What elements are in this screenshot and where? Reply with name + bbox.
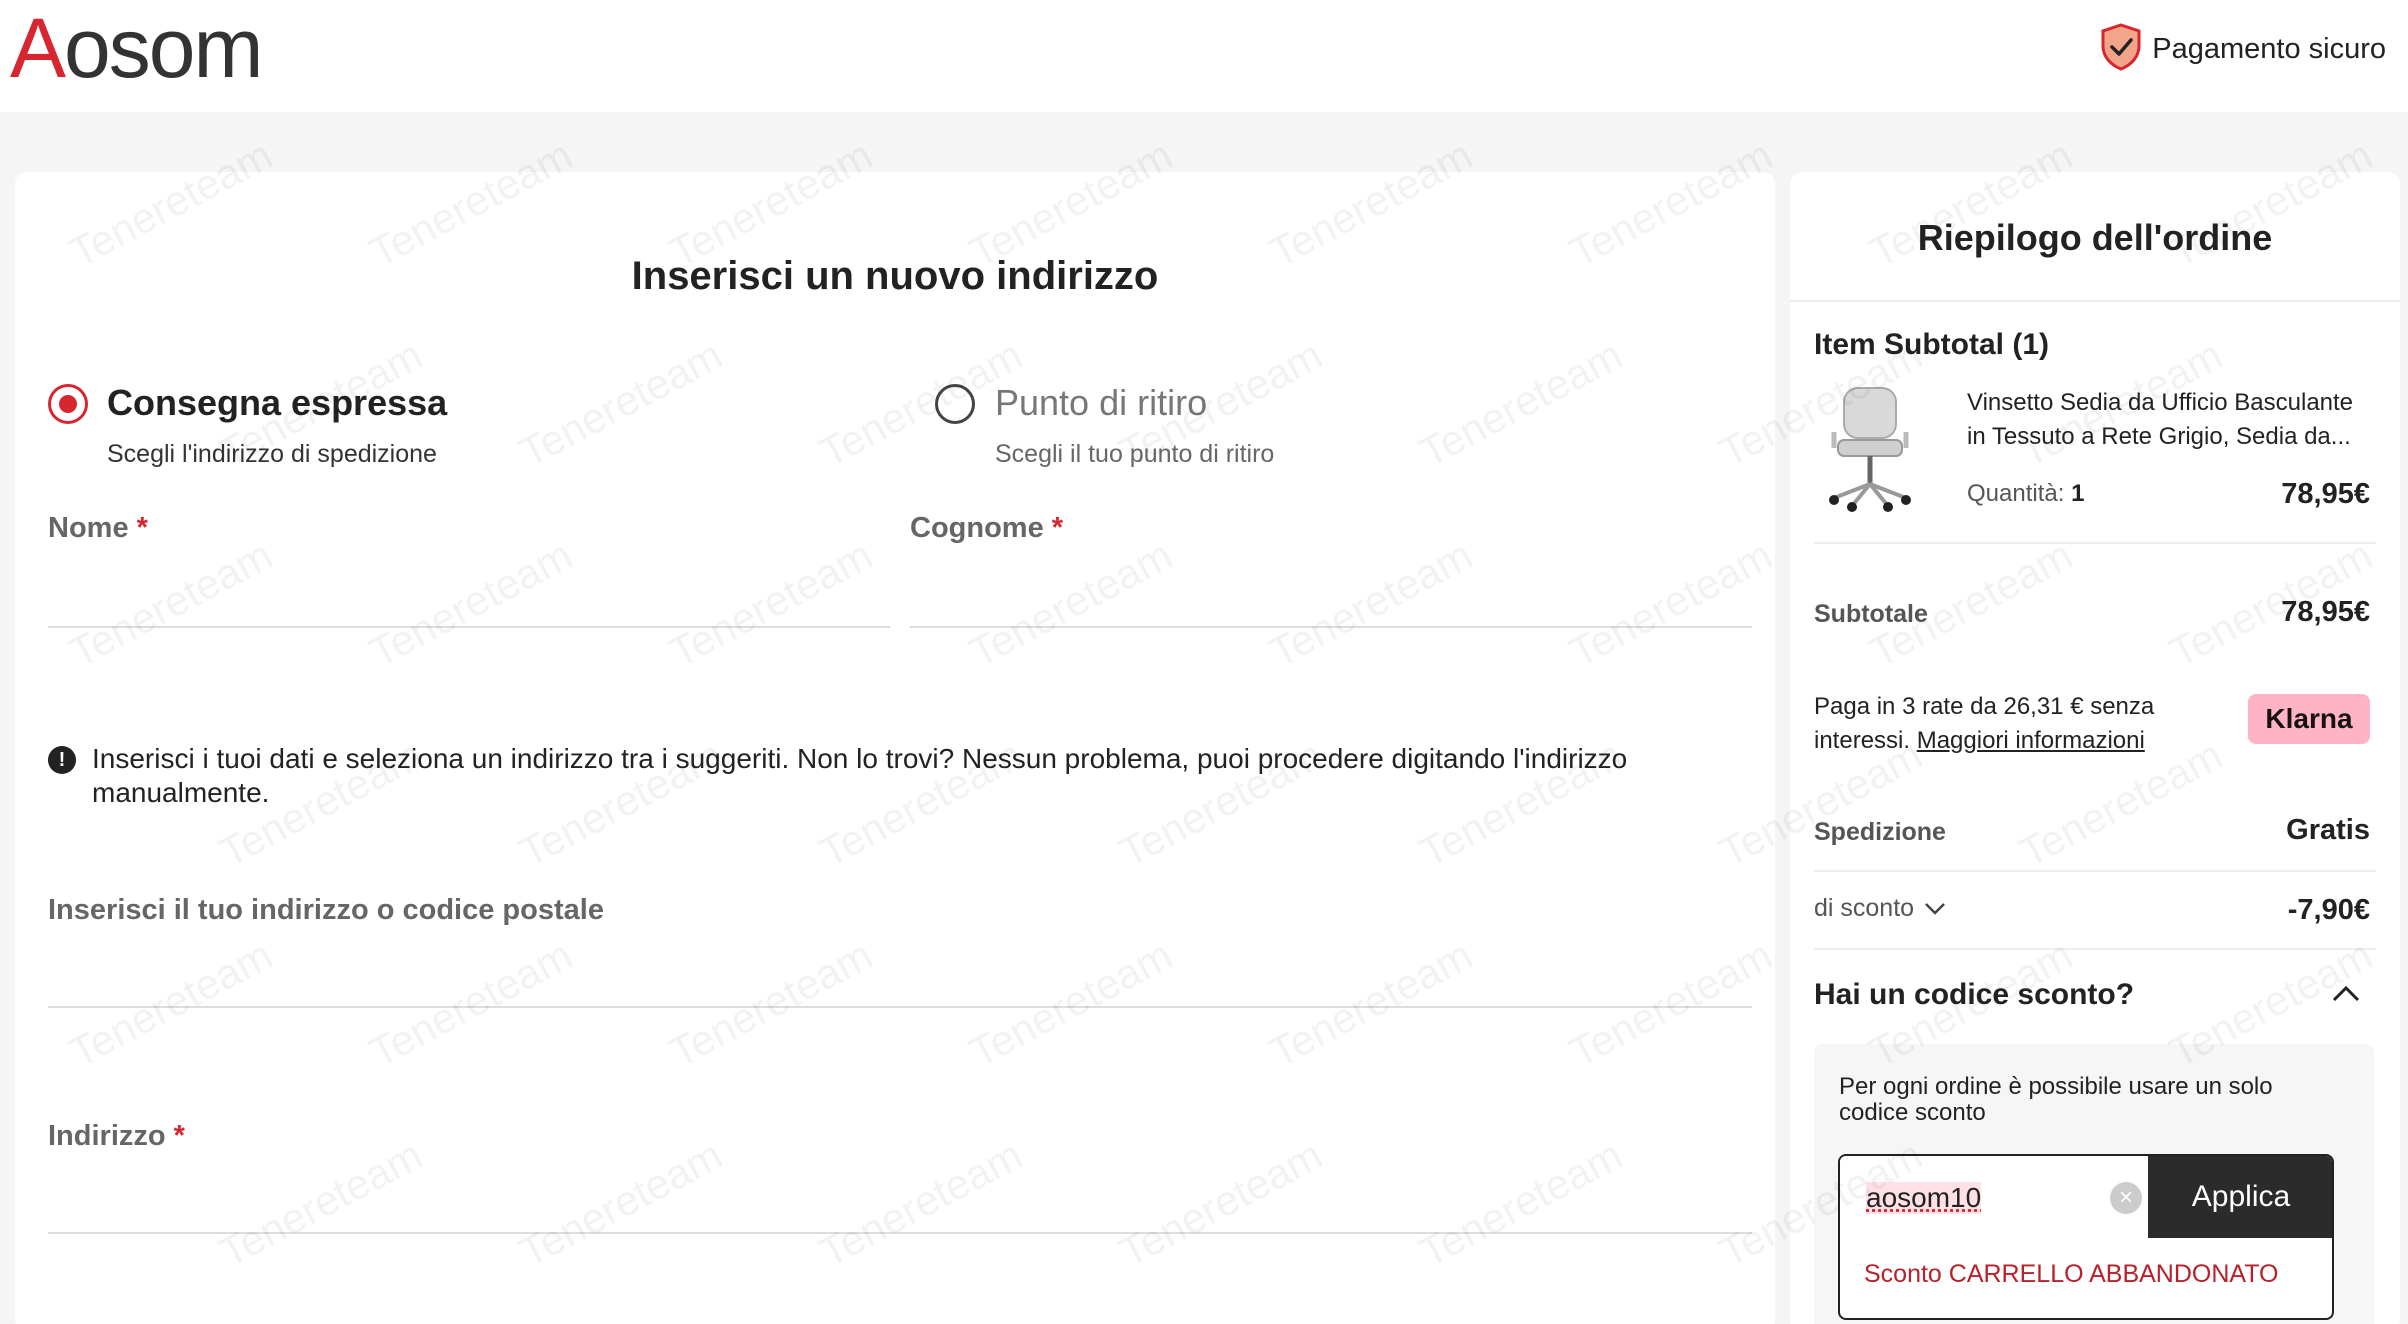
shipping-value: Gratis bbox=[2286, 814, 2370, 847]
klarna-badge: Klarna bbox=[2248, 694, 2370, 744]
address-search-input[interactable] bbox=[48, 942, 1752, 1008]
shipping-label: Spedizione bbox=[1814, 818, 1946, 847]
shield-check-icon bbox=[2098, 22, 2144, 77]
order-summary-panel: Riepilogo dell'ordine Item Subtotal (1) … bbox=[1790, 172, 2400, 1324]
pickup-point-subtitle: Scegli il tuo punto di ritiro bbox=[995, 440, 1274, 469]
first-name-input[interactable] bbox=[48, 562, 890, 628]
express-delivery-radio[interactable] bbox=[48, 384, 88, 424]
subtotal-label: Subtotale bbox=[1814, 600, 1928, 629]
item-subtotal-label: Item Subtotal (1) bbox=[1814, 328, 2049, 362]
discount-value: -7,90€ bbox=[2288, 894, 2370, 927]
express-delivery-title[interactable]: Consegna espressa bbox=[107, 382, 447, 424]
pickup-point-radio[interactable] bbox=[935, 384, 975, 424]
product-thumbnail[interactable] bbox=[1820, 382, 1920, 512]
product-name[interactable]: Vinsetto Sedia da Ufficio Basculante in … bbox=[1967, 386, 2367, 454]
discount-code-heading[interactable]: Hai un codice sconto? bbox=[1814, 978, 2134, 1012]
discount-suggestion[interactable]: Sconto CARRELLO ABBANDONATO bbox=[1864, 1260, 2279, 1289]
discount-code-value: aosom10 bbox=[1866, 1182, 1981, 1214]
aosom-logo[interactable]: Aosom bbox=[10, 6, 261, 90]
header: Aosom Pagamento sicuro bbox=[0, 0, 2408, 112]
klarna-installments-text: Paga in 3 rate da 26,31 € senza interess… bbox=[1814, 690, 2214, 758]
discount-code-field: aosom10 × Applica Sconto CARRELLO ABBAND… bbox=[1838, 1154, 2334, 1320]
last-name-input[interactable] bbox=[910, 562, 1752, 628]
address-form-panel: Inserisci un nuovo indirizzo Consegna es… bbox=[15, 172, 1775, 1324]
info-message: ! Inserisci i tuoi dati e seleziona un i… bbox=[48, 742, 1748, 810]
discount-toggle[interactable]: di sconto bbox=[1814, 894, 1946, 923]
address-search-label: Inserisci il tuo indirizzo o codice post… bbox=[48, 894, 604, 927]
alert-circle-icon: ! bbox=[48, 746, 76, 774]
discount-code-box: Per ogni ordine è possibile usare un sol… bbox=[1814, 1044, 2374, 1324]
form-title: Inserisci un nuovo indirizzo bbox=[15, 254, 1775, 299]
address-label: Indirizzo * bbox=[48, 1120, 185, 1153]
apply-button[interactable]: Applica bbox=[2148, 1156, 2334, 1238]
discount-code-note: Per ogni ordine è possibile usare un sol… bbox=[1839, 1074, 2339, 1126]
secure-payment-label: Pagamento sicuro bbox=[2152, 33, 2386, 66]
pickup-point-title[interactable]: Punto di ritiro bbox=[995, 382, 1207, 424]
product-price: 78,95€ bbox=[2281, 478, 2370, 511]
info-message-text: Inserisci i tuoi dati e seleziona un ind… bbox=[92, 742, 1748, 810]
summary-divider bbox=[1790, 300, 2400, 302]
discount-label: di sconto bbox=[1814, 894, 1914, 923]
chevron-down-icon bbox=[1924, 894, 1946, 923]
clear-icon[interactable]: × bbox=[2110, 1182, 2142, 1214]
discount-code-input[interactable]: aosom10 bbox=[1840, 1156, 2148, 1238]
summary-divider bbox=[1814, 542, 2376, 544]
summary-divider bbox=[1814, 870, 2376, 872]
klarna-more-info-link[interactable]: Maggiori informazioni bbox=[1917, 727, 2145, 754]
last-name-label: Cognome * bbox=[910, 512, 1063, 545]
express-delivery-subtitle: Scegli l'indirizzo di spedizione bbox=[107, 440, 437, 469]
secure-payment-badge: Pagamento sicuro bbox=[2098, 22, 2386, 77]
product-quantity: Quantità: 1 bbox=[1967, 480, 2084, 508]
summary-divider bbox=[1814, 948, 2376, 950]
chevron-up-icon[interactable] bbox=[2332, 984, 2360, 1007]
subtotal-value: 78,95€ bbox=[2281, 596, 2370, 629]
first-name-label: Nome * bbox=[48, 512, 148, 545]
address-input[interactable] bbox=[48, 1168, 1752, 1234]
order-summary-title: Riepilogo dell'ordine bbox=[1790, 217, 2400, 259]
